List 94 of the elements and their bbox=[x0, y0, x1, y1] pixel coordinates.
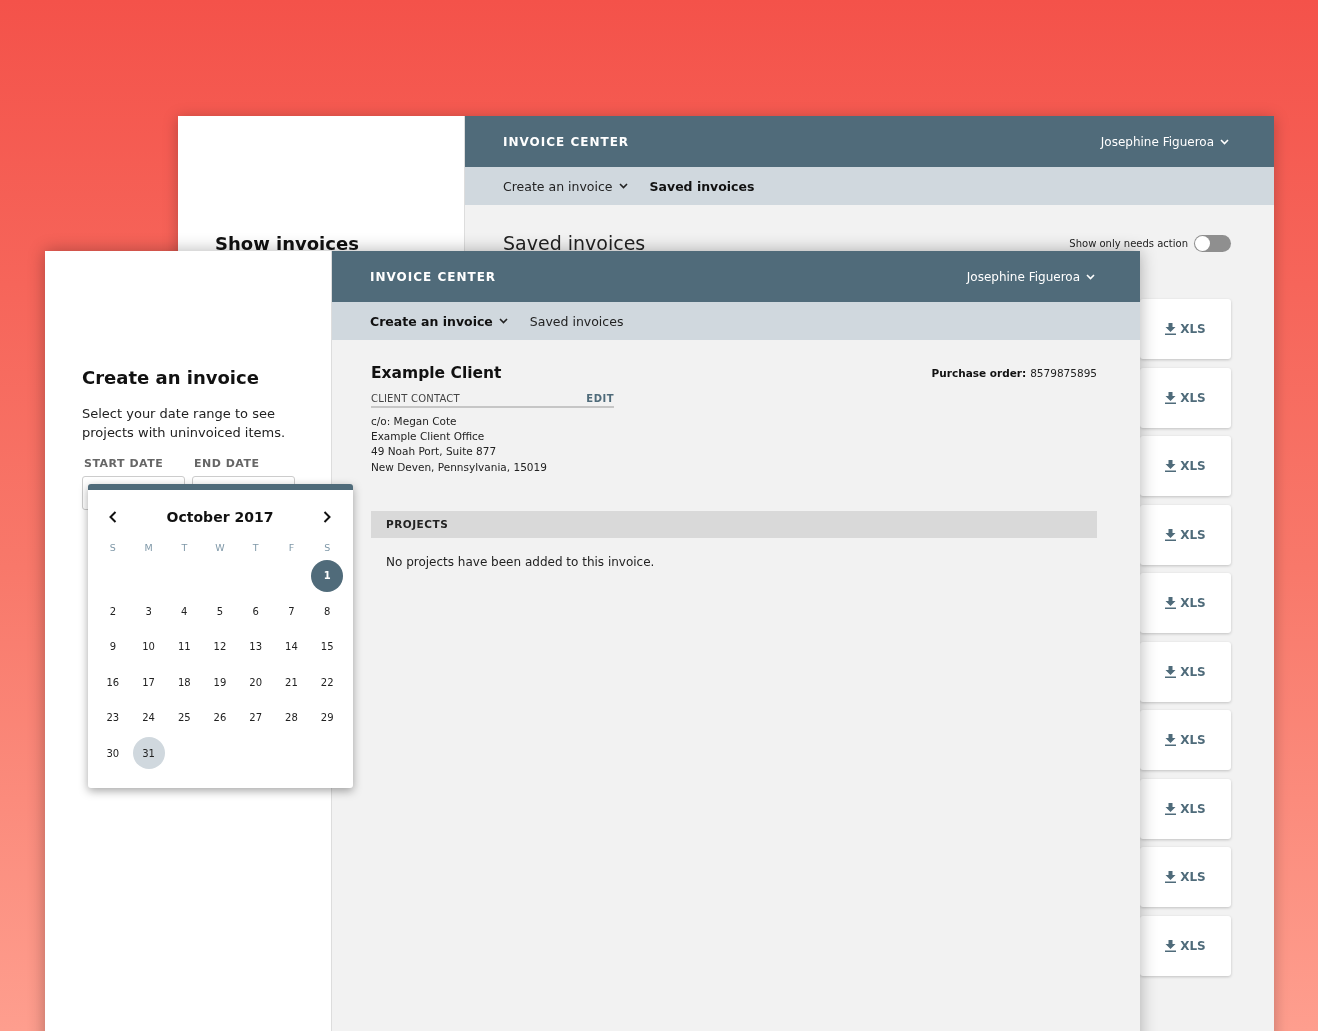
calendar-day[interactable]: 28 bbox=[275, 701, 308, 734]
download-icon bbox=[1165, 802, 1177, 815]
page-title: Saved invoices bbox=[503, 232, 646, 254]
download-button[interactable]: XLS bbox=[1165, 733, 1206, 747]
empty-message: No projects have been added to this invoice. bbox=[386, 554, 656, 569]
calendar-day[interactable]: 12 bbox=[204, 630, 236, 663]
calendar-day[interactable]: 31 bbox=[132, 737, 165, 770]
download-icon bbox=[1165, 665, 1177, 678]
user-menu[interactable]: Josephine Figueroa bbox=[1100, 134, 1229, 149]
download-icon bbox=[1165, 391, 1177, 404]
address-line: New Deven, Pennsylvania, 15019 bbox=[371, 459, 548, 475]
download-icon bbox=[1165, 323, 1177, 335]
field-label: START DATE bbox=[84, 457, 165, 471]
weekday-label: F bbox=[287, 540, 296, 555]
purchase-order-number: 8579875895 bbox=[1030, 367, 1097, 379]
nav-tab[interactable]: Saved invoices bbox=[529, 313, 624, 329]
address-line: 49 Noah Port, Suite 877 bbox=[371, 444, 498, 460]
calendar-day[interactable]: 1 bbox=[311, 559, 344, 592]
chevron-right-icon bbox=[323, 511, 331, 523]
address-line: Example Client Office bbox=[371, 429, 486, 445]
calendar-day[interactable]: 13 bbox=[239, 630, 272, 663]
calendar-day[interactable]: 22 bbox=[311, 666, 344, 699]
calendar-day[interactable]: 25 bbox=[168, 701, 201, 734]
user-menu[interactable]: Josephine Figueroa bbox=[966, 269, 1095, 284]
sidebar-heading: Show invoices bbox=[215, 232, 360, 256]
download-icon bbox=[1165, 460, 1177, 472]
calendar-day[interactable]: 9 bbox=[96, 630, 129, 663]
calendar-day[interactable]: 6 bbox=[239, 595, 272, 628]
app-title: INVOICE CENTER bbox=[370, 269, 497, 284]
download-icon bbox=[1165, 734, 1177, 746]
download-icon bbox=[1165, 939, 1177, 952]
chevron-down-icon bbox=[1220, 138, 1229, 145]
calendar-day[interactable]: 29 bbox=[311, 701, 344, 734]
download-button[interactable]: XLS bbox=[1165, 459, 1206, 473]
sidebar-heading: Create an invoice bbox=[82, 366, 260, 390]
calendar-day[interactable]: 20 bbox=[239, 666, 272, 699]
calendar-day[interactable]: 24 bbox=[132, 701, 165, 734]
weekday-label: S bbox=[323, 540, 332, 555]
calendar-day[interactable]: 10 bbox=[132, 630, 165, 663]
calendar-day[interactable]: 23 bbox=[96, 701, 129, 734]
weekday-label: S bbox=[108, 540, 117, 555]
chevron-down-icon bbox=[498, 318, 508, 324]
calendar-day[interactable]: 18 bbox=[168, 666, 201, 699]
field-label: END DATE bbox=[194, 457, 261, 471]
download-button[interactable]: XLS bbox=[1165, 801, 1206, 816]
address-line: c/o: Megan Cote bbox=[371, 414, 458, 429]
calendar-day[interactable]: 4 bbox=[168, 595, 201, 628]
download-icon bbox=[1165, 597, 1177, 609]
calendar-day[interactable]: 2 bbox=[96, 595, 129, 628]
calendar-day[interactable]: 16 bbox=[96, 666, 129, 699]
chevron-down-icon bbox=[1086, 273, 1095, 280]
download-button[interactable]: XLS bbox=[1165, 322, 1206, 336]
nav-tab[interactable]: Saved invoices bbox=[649, 178, 755, 194]
download-button[interactable]: XLS bbox=[1165, 390, 1206, 405]
calendar-day[interactable]: 7 bbox=[275, 595, 308, 628]
client-name: Example Client bbox=[371, 363, 503, 383]
nav-tab[interactable]: Create an invoice bbox=[503, 178, 628, 194]
weekday-label: T bbox=[251, 540, 260, 555]
toggle-switch[interactable] bbox=[1194, 234, 1231, 252]
calendar-day[interactable]: 14 bbox=[275, 630, 308, 663]
weekday-label: T bbox=[180, 540, 189, 555]
month-title: October 2017 bbox=[166, 509, 274, 525]
download-button[interactable]: XLS bbox=[1165, 664, 1206, 679]
download-button[interactable]: XLS bbox=[1165, 596, 1206, 610]
nav-tab[interactable]: Create an invoice bbox=[370, 313, 508, 329]
sidebar-description: Select your date range to see projects with uninvoiced items. bbox=[82, 405, 287, 442]
weekday-label: W bbox=[214, 540, 226, 555]
download-button[interactable]: XLS bbox=[1165, 938, 1206, 953]
chevron-left-icon bbox=[109, 511, 117, 523]
section-title: PROJECTS bbox=[386, 518, 449, 531]
calendar-day[interactable]: 30 bbox=[96, 737, 129, 770]
previous-month-button[interactable] bbox=[109, 511, 117, 523]
download-icon bbox=[1165, 528, 1177, 541]
calendar-day[interactable]: 15 bbox=[311, 630, 344, 663]
section-title: CLIENT CONTACT bbox=[371, 393, 460, 404]
toggle-label: Show only needs action bbox=[1069, 237, 1188, 249]
download-button[interactable]: XLS bbox=[1165, 527, 1206, 542]
calendar-day[interactable]: 8 bbox=[311, 595, 344, 628]
field-label: Purchase order: bbox=[931, 367, 1027, 379]
calendar-day[interactable]: 11 bbox=[168, 630, 201, 663]
calendar-day[interactable]: 21 bbox=[275, 666, 308, 699]
calendar-day[interactable]: 5 bbox=[204, 595, 236, 628]
download-button[interactable]: XLS bbox=[1165, 870, 1206, 884]
calendar-day[interactable]: 27 bbox=[239, 701, 272, 734]
next-month-button[interactable] bbox=[323, 511, 331, 523]
download-icon bbox=[1165, 871, 1177, 883]
weekday-label: M bbox=[143, 540, 154, 555]
calendar-day[interactable]: 3 bbox=[132, 595, 165, 628]
edit-link[interactable]: EDIT bbox=[586, 393, 614, 404]
calendar-day[interactable]: 19 bbox=[204, 666, 236, 699]
chevron-down-icon bbox=[618, 183, 628, 189]
app-title: INVOICE CENTER bbox=[503, 134, 630, 149]
calendar-day[interactable]: 17 bbox=[132, 666, 165, 699]
calendar-day[interactable]: 26 bbox=[204, 701, 236, 734]
